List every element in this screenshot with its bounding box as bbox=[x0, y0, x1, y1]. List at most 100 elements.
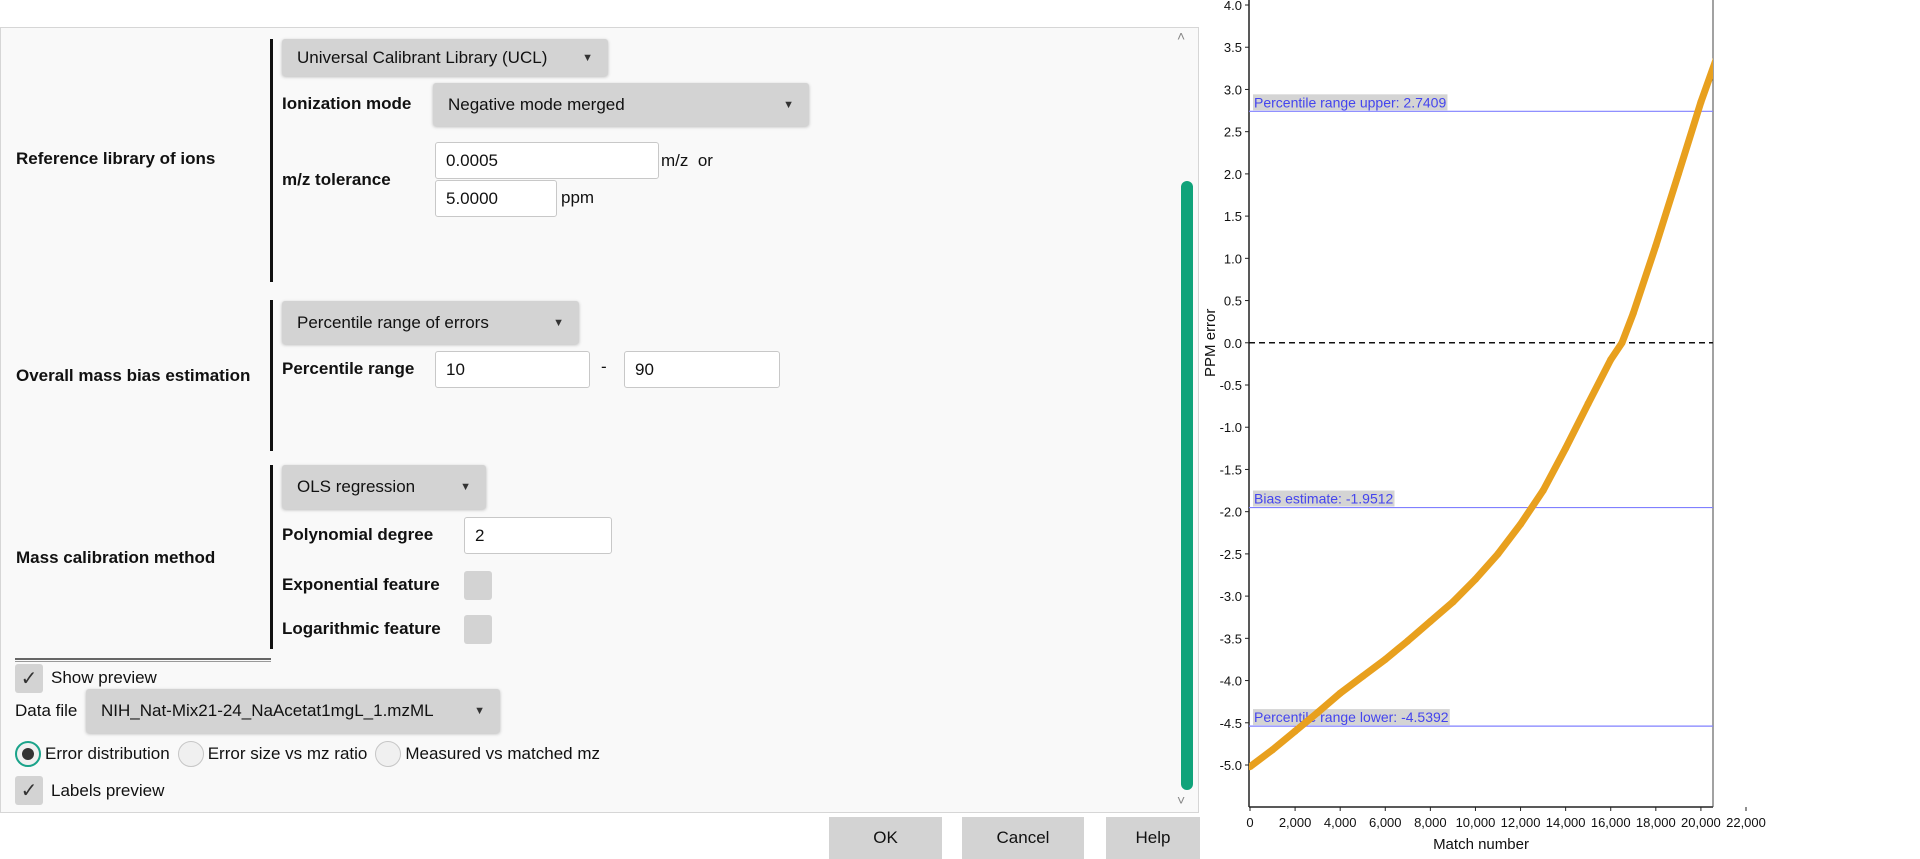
ppm-tolerance-input[interactable]: 5.0000 bbox=[435, 180, 557, 217]
labels-preview-checkbox[interactable]: ✓ bbox=[15, 776, 43, 805]
scrollbar-thumb[interactable] bbox=[1181, 181, 1193, 790]
percentile-high-input[interactable]: 90 bbox=[624, 351, 780, 388]
data-point bbox=[1471, 575, 1479, 583]
section-label-calibration: Mass calibration method bbox=[16, 548, 216, 567]
x-tick-label: 10,000 bbox=[1456, 815, 1496, 830]
reference-line-label: Bias estimate: -1.9512 bbox=[1254, 491, 1394, 507]
bias-method-select[interactable]: Percentile range of errors ▼ bbox=[282, 301, 579, 344]
y-tick-label: -4.5 bbox=[1220, 716, 1242, 731]
radio-label: Error size vs mz ratio bbox=[207, 744, 368, 763]
data-point bbox=[1720, 35, 1727, 42]
data-point bbox=[1517, 520, 1525, 528]
radio-label: Error distribution bbox=[45, 744, 170, 763]
x-axis-label: Match number bbox=[1433, 836, 1529, 853]
y-tick-label: -2.5 bbox=[1220, 547, 1242, 562]
y-tick-label: 2.0 bbox=[1224, 167, 1242, 182]
ok-button[interactable]: OK bbox=[829, 817, 942, 859]
x-tick-label: 22,000 bbox=[1726, 815, 1766, 830]
logarithmic-feature-label: Logarithmic feature bbox=[282, 619, 441, 638]
data-point bbox=[1618, 339, 1626, 347]
y-axis-label: PPM error bbox=[1202, 309, 1219, 377]
data-file-value: NIH_Nat-Mix21-24_NaAcetat1mgL_1.mzML bbox=[101, 701, 434, 720]
data-point bbox=[1314, 709, 1322, 717]
ppm-unit-label: ppm bbox=[561, 188, 595, 207]
section-label-reference: Reference library of ions bbox=[16, 149, 216, 168]
section-divider bbox=[270, 39, 273, 282]
x-tick-label: 14,000 bbox=[1546, 815, 1586, 830]
y-tick-label: -0.5 bbox=[1220, 378, 1242, 393]
exponential-feature-checkbox[interactable] bbox=[464, 571, 492, 600]
data-point bbox=[1404, 637, 1412, 645]
y-tick-label: -3.5 bbox=[1220, 631, 1242, 646]
cancel-button[interactable]: Cancel bbox=[962, 817, 1084, 859]
polynomial-degree-label: Polynomial degree bbox=[282, 525, 434, 544]
labels-preview-label: Labels preview bbox=[51, 781, 165, 800]
y-tick-label: 2.5 bbox=[1224, 125, 1242, 140]
percentile-range-label: Percentile range bbox=[282, 359, 415, 378]
data-point bbox=[1291, 727, 1299, 735]
radio-label: Measured vs matched mz bbox=[405, 744, 600, 763]
x-tick-label: 2,000 bbox=[1279, 815, 1312, 830]
library-select[interactable]: Universal Calibrant Library (UCL) ▼ bbox=[282, 39, 608, 76]
caret-down-icon: ▼ bbox=[474, 705, 485, 717]
data-file-label: Data file bbox=[15, 701, 78, 720]
separator bbox=[15, 658, 271, 662]
y-tick-label: -4.0 bbox=[1220, 674, 1242, 689]
x-tick-label: 0 bbox=[1246, 815, 1253, 830]
y-tick-label: -3.0 bbox=[1220, 589, 1242, 604]
tolerance-label: m/z tolerance bbox=[282, 170, 391, 189]
data-point bbox=[1359, 672, 1367, 680]
ionization-select[interactable]: Negative mode merged ▼ bbox=[433, 83, 809, 126]
caret-down-icon: ▼ bbox=[783, 98, 794, 111]
help-button[interactable]: Help bbox=[1106, 817, 1200, 859]
bias-method-value: Percentile range of errors bbox=[297, 312, 489, 332]
calibration-method-value: OLS regression bbox=[297, 477, 416, 496]
mz-unit-label: m/z or bbox=[661, 151, 713, 170]
percentile-low-input[interactable]: 10 bbox=[435, 351, 590, 388]
y-tick-label: 1.0 bbox=[1224, 251, 1242, 266]
data-point bbox=[1269, 746, 1277, 754]
check-icon: ✓ bbox=[20, 668, 38, 690]
polynomial-degree-input[interactable]: 2 bbox=[464, 517, 612, 554]
ionization-label: Ionization mode bbox=[282, 94, 412, 113]
radio-error-size-vs-mz[interactable] bbox=[177, 741, 204, 767]
data-point bbox=[1584, 400, 1592, 408]
data-point bbox=[1249, 763, 1254, 771]
data-point bbox=[1426, 617, 1434, 625]
y-tick-label: -5.0 bbox=[1220, 758, 1242, 773]
y-tick-label: 1.5 bbox=[1224, 209, 1242, 224]
show-preview-checkbox[interactable]: ✓ bbox=[15, 664, 43, 693]
exponential-feature-label: Exponential feature bbox=[282, 575, 440, 594]
section-divider bbox=[270, 300, 273, 451]
section-label-bias: Overall mass bias estimation bbox=[16, 366, 251, 385]
data-point bbox=[1381, 655, 1389, 663]
caret-down-icon: ▼ bbox=[582, 51, 593, 64]
y-tick-label: 0.5 bbox=[1224, 294, 1242, 309]
calibration-method-select[interactable]: OLS regression ▼ bbox=[282, 465, 486, 509]
x-tick-label: 20,000 bbox=[1681, 815, 1721, 830]
chevron-down-icon[interactable]: ˅ bbox=[1177, 792, 1185, 808]
data-file-select[interactable]: NIH_Nat-Mix21-24_NaAcetat1mgL_1.mzML ▼ bbox=[86, 689, 500, 733]
mz-tolerance-input[interactable]: 0.0005 bbox=[435, 142, 659, 179]
radio-error-distribution[interactable] bbox=[15, 741, 41, 767]
data-point bbox=[1652, 242, 1660, 250]
x-tick-label: 16,000 bbox=[1591, 815, 1631, 830]
reference-line-label: Percentile range upper: 2.7409 bbox=[1254, 94, 1446, 110]
logarithmic-feature-checkbox[interactable] bbox=[464, 615, 492, 644]
data-point bbox=[1494, 550, 1502, 558]
y-tick-label: -1.5 bbox=[1220, 462, 1242, 477]
check-icon: ✓ bbox=[20, 780, 38, 802]
caret-down-icon: ▼ bbox=[553, 316, 564, 329]
data-point bbox=[1697, 98, 1705, 106]
range-separator: - bbox=[601, 357, 607, 376]
error-distribution-chart: 4.0 3.5 3.0 2.5 2.0 1.5 1.0 0.5 0.0 -0.5 -1.0 -1.5 -… bbox=[1202, 0, 1766, 853]
data-point bbox=[1336, 689, 1344, 697]
radio-measured-vs-matched[interactable] bbox=[375, 741, 402, 767]
show-preview-label: Show preview bbox=[51, 668, 157, 687]
library-select-value: Universal Calibrant Library (UCL) bbox=[297, 47, 548, 67]
caret-down-icon: ▼ bbox=[460, 481, 471, 493]
plot-type-radio-group: Error distribution Error size vs mz rati… bbox=[15, 741, 600, 767]
data-point bbox=[1629, 309, 1637, 317]
y-tick-label: 3.5 bbox=[1224, 40, 1242, 55]
chevron-up-icon[interactable]: ˄ bbox=[1177, 28, 1185, 44]
